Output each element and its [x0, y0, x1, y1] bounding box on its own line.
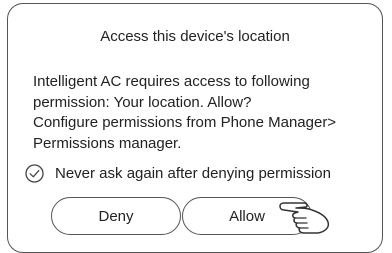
- check-circle-icon[interactable]: [25, 164, 44, 183]
- message-line-1: Intelligent AC requires access to follow…: [33, 73, 310, 90]
- checkbox-label: Never ask again after denying permission: [55, 165, 331, 182]
- never-ask-again-checkbox[interactable]: Never ask again after denying permission: [25, 164, 331, 183]
- message-line-2: permission: Your location. Allow?: [33, 93, 252, 111]
- deny-button[interactable]: Deny: [51, 197, 181, 235]
- dialog-message: Intelligent AC requires access to follow…: [33, 72, 383, 154]
- message-line-3: Configure permissions from Phone Manager…: [33, 114, 337, 131]
- pointing-hand-icon: [278, 196, 338, 236]
- message-line-4: Permissions manager.: [33, 134, 182, 152]
- dialog-title: Access this device's location: [100, 28, 290, 45]
